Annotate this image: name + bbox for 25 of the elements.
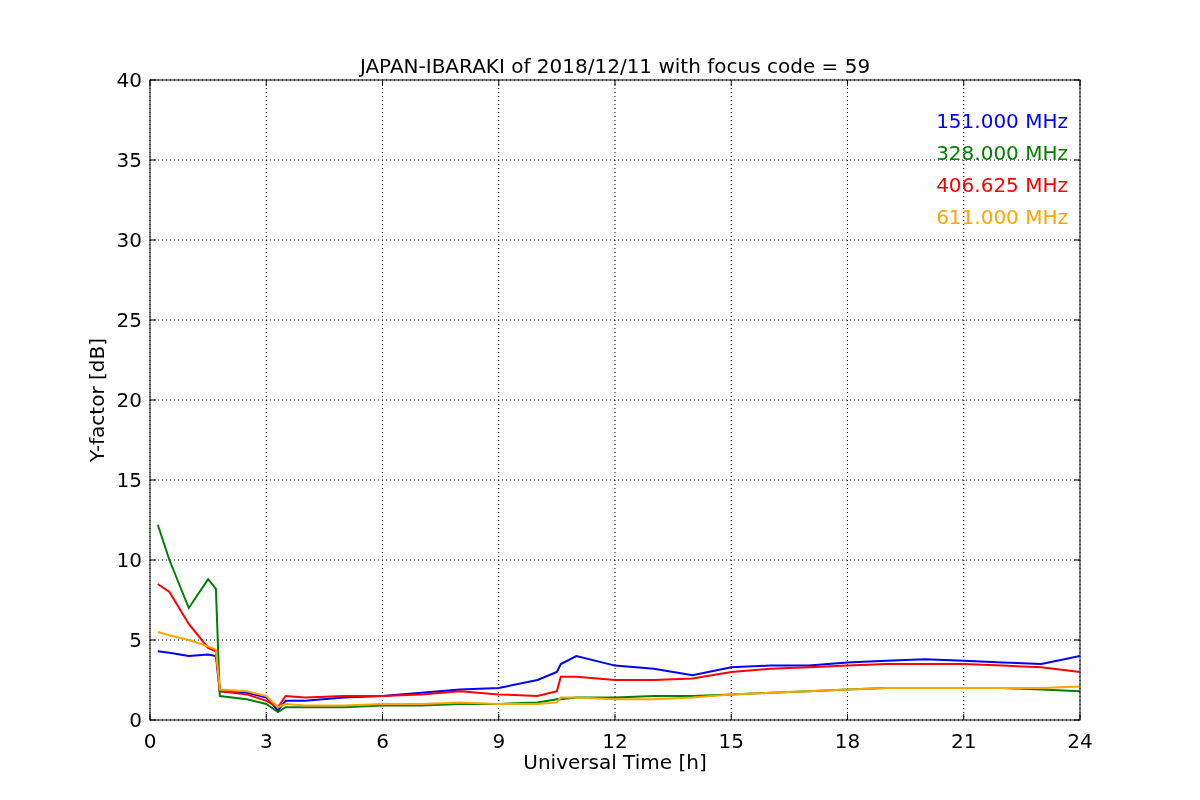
y-tick-label: 40 — [116, 68, 142, 92]
legend-label: 328.000 MHz — [936, 141, 1068, 165]
y-tick-label: 15 — [116, 468, 142, 492]
x-tick-label: 12 — [602, 729, 628, 753]
legend-label: 611.000 MHz — [936, 205, 1068, 229]
x-tick-label: 3 — [259, 729, 273, 753]
x-tick-label: 0 — [143, 729, 157, 753]
chart-title: JAPAN-IBARAKI of 2018/12/11 with focus code = 59 — [359, 54, 871, 78]
x-tick-label: 18 — [834, 729, 861, 753]
y-tick-label: 25 — [116, 308, 142, 332]
y-axis-label: Y-factor [dB] — [85, 338, 109, 462]
y-tick-label: 5 — [129, 628, 142, 652]
y-tick-label: 10 — [116, 548, 142, 572]
x-tick-label: 6 — [376, 729, 389, 753]
x-axis-label: Universal Time [h] — [523, 750, 707, 774]
x-tick-label: 15 — [718, 729, 744, 753]
x-tick-label: 9 — [492, 729, 506, 753]
legend-label: 406.625 MHz — [936, 173, 1068, 197]
y-tick-label: 35 — [116, 148, 142, 172]
y-tick-label: 30 — [116, 228, 142, 252]
legend-label: 151.000 MHz — [936, 109, 1068, 133]
x-tick-label: 24 — [1067, 729, 1093, 753]
y-tick-label: 0 — [129, 708, 142, 732]
x-tick-label: 21 — [951, 729, 977, 753]
y-tick-label: 20 — [116, 388, 142, 412]
